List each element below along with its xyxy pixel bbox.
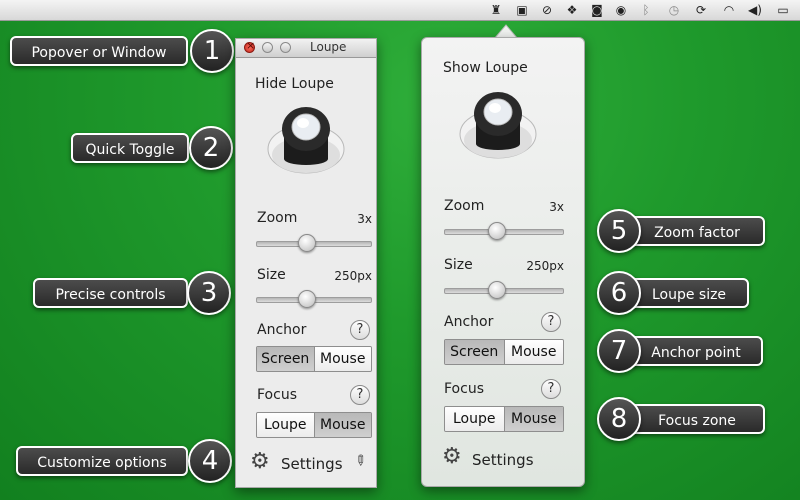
pin-icon[interactable]: ✎ bbox=[350, 451, 370, 471]
gear-icon[interactable]: ⚙ bbox=[250, 451, 270, 473]
display-icon[interactable]: ▣ bbox=[513, 2, 531, 18]
zoom-label: Zoom bbox=[444, 198, 485, 214]
anchor-help-button[interactable]: ? bbox=[541, 312, 561, 332]
callout-label: Quick Toggle bbox=[71, 133, 189, 163]
size-label: Size bbox=[444, 257, 473, 273]
zoom-value: 3x bbox=[357, 212, 372, 226]
anchor-label: Anchor bbox=[257, 322, 307, 338]
focus-segmented-control: Loupe Mouse bbox=[444, 406, 564, 432]
callout-label: Customize options bbox=[16, 446, 188, 476]
anchor-option-mouse[interactable]: Mouse bbox=[503, 340, 563, 364]
dropbox-icon[interactable]: ❖ bbox=[563, 2, 581, 18]
loupe-window: Loupe Hide Loupe Zoom 3x Size 250px Anch… bbox=[235, 38, 377, 488]
close-icon[interactable] bbox=[244, 39, 255, 53]
loupe-popover: Show Loupe Zoom 3x Size 250px Anchor ? S… bbox=[421, 37, 585, 487]
callout-label: Anchor point bbox=[629, 336, 763, 366]
callout-label: Zoom factor bbox=[629, 216, 765, 246]
focus-label: Focus bbox=[444, 381, 484, 397]
callout-label: Focus zone bbox=[629, 404, 765, 434]
toggle-label: Hide Loupe bbox=[255, 76, 334, 92]
volume-icon[interactable]: ◀) bbox=[746, 2, 764, 18]
size-slider-knob[interactable] bbox=[298, 290, 317, 308]
menu-bar: ♜ ▣ ⊘ ❖ ◙ ◉ ᛒ ◷ ⟳ ◠ ◀) ▭ bbox=[0, 0, 800, 21]
anchor-help-button[interactable]: ? bbox=[350, 320, 370, 340]
callout-number: 5 bbox=[597, 209, 641, 253]
battery-icon[interactable]: ▭ bbox=[774, 2, 792, 18]
anchor-option-screen[interactable]: Screen bbox=[257, 347, 314, 371]
callout-number: 8 bbox=[597, 397, 641, 441]
zoom-window-icon[interactable] bbox=[280, 42, 291, 53]
anchor-segmented-control: Screen Mouse bbox=[444, 339, 564, 365]
zoom-value: 3x bbox=[549, 200, 564, 214]
callout-label: Precise controls bbox=[33, 278, 188, 308]
focus-option-mouse[interactable]: Mouse bbox=[313, 413, 371, 437]
focus-help-button[interactable]: ? bbox=[541, 379, 561, 399]
gear-icon[interactable]: ⚙ bbox=[442, 446, 462, 468]
time-machine-icon[interactable]: ◷ bbox=[665, 2, 683, 18]
minimize-icon[interactable] bbox=[262, 42, 273, 53]
loupe-toggle-button[interactable] bbox=[458, 82, 538, 162]
circle-icon[interactable]: ◉ bbox=[612, 2, 630, 18]
bluetooth-icon[interactable]: ᛒ bbox=[637, 2, 655, 18]
size-value: 250px bbox=[526, 259, 564, 273]
anchor-option-mouse[interactable]: Mouse bbox=[313, 347, 371, 371]
settings-button[interactable]: Settings bbox=[281, 455, 343, 473]
callout-number: 3 bbox=[187, 271, 231, 315]
loupe-toggle-button[interactable] bbox=[266, 97, 346, 177]
size-label: Size bbox=[257, 267, 286, 283]
wifi-icon[interactable]: ◠ bbox=[720, 2, 738, 18]
focus-segmented-control: Loupe Mouse bbox=[256, 412, 372, 438]
focus-label: Focus bbox=[257, 387, 297, 403]
callout-number: 4 bbox=[188, 439, 232, 483]
size-slider-knob[interactable] bbox=[488, 281, 507, 299]
chat-icon[interactable]: ◙ bbox=[588, 2, 606, 18]
focus-help-button[interactable]: ? bbox=[350, 385, 370, 405]
callout-number: 7 bbox=[597, 329, 641, 373]
size-value: 250px bbox=[334, 269, 372, 283]
window-titlebar: Loupe bbox=[236, 39, 376, 58]
settings-button[interactable]: Settings bbox=[472, 451, 534, 469]
focus-option-mouse[interactable]: Mouse bbox=[503, 407, 563, 431]
callout-number: 6 bbox=[597, 271, 641, 315]
anchor-option-screen[interactable]: Screen bbox=[445, 340, 504, 364]
focus-option-loupe[interactable]: Loupe bbox=[445, 407, 504, 431]
focus-option-loupe[interactable]: Loupe bbox=[257, 413, 314, 437]
block-icon[interactable]: ⊘ bbox=[538, 2, 556, 18]
zoom-slider-knob[interactable] bbox=[298, 234, 317, 252]
callout-number: 2 bbox=[189, 126, 233, 170]
callout-number: 1 bbox=[190, 29, 234, 73]
toggle-label: Show Loupe bbox=[443, 60, 528, 76]
sync-icon[interactable]: ⟳ bbox=[692, 2, 710, 18]
loupe-icon[interactable]: ♜ bbox=[487, 2, 505, 18]
zoom-label: Zoom bbox=[257, 210, 298, 226]
zoom-slider-knob[interactable] bbox=[488, 222, 507, 240]
callout-label: Loupe size bbox=[629, 278, 749, 308]
anchor-label: Anchor bbox=[444, 314, 494, 330]
window-title: Loupe bbox=[310, 40, 347, 54]
callout-label: Popover or Window bbox=[10, 36, 188, 66]
anchor-segmented-control: Screen Mouse bbox=[256, 346, 372, 372]
